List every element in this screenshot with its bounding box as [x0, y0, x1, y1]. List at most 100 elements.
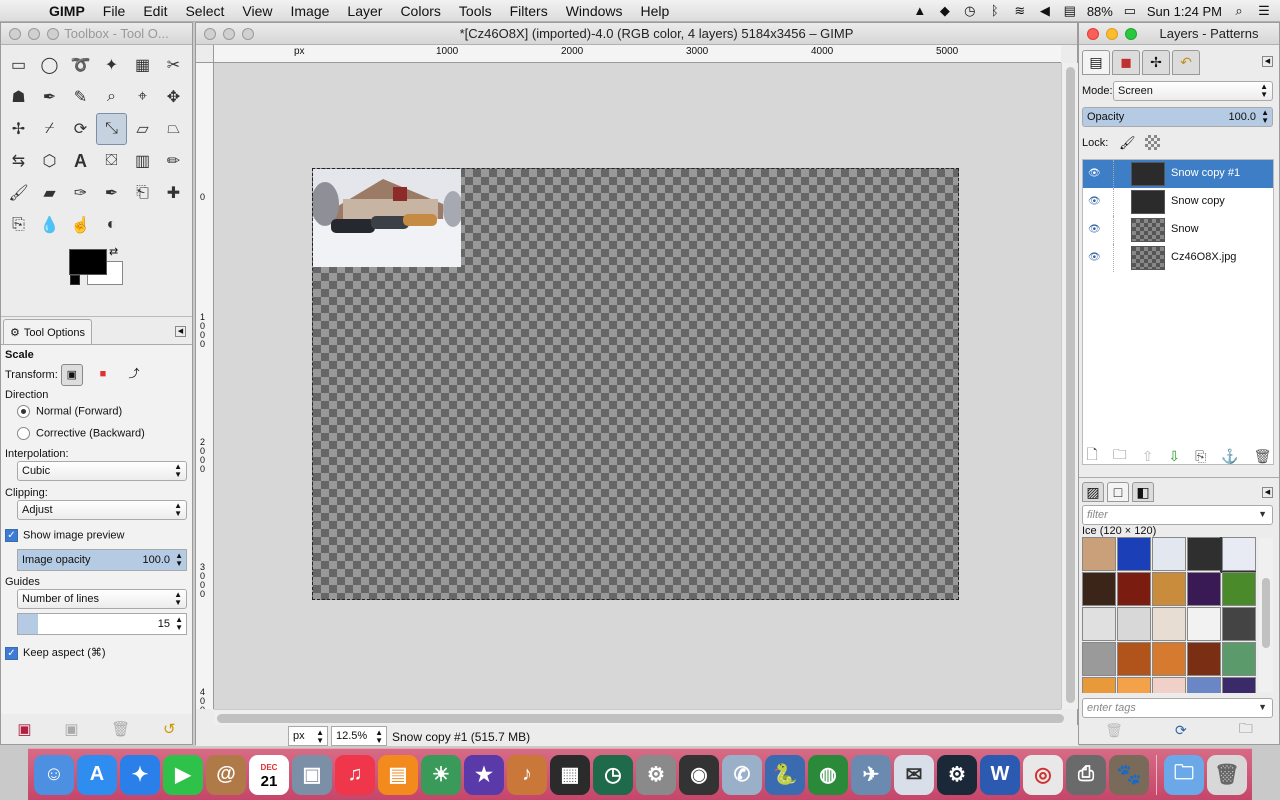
layer-row[interactable]: 👁 Snow: [1083, 216, 1273, 244]
rotate-icon[interactable]: ⟳: [65, 113, 96, 145]
pattern-swatch[interactable]: [1117, 677, 1151, 693]
pattern-swatch[interactable]: [1222, 642, 1256, 676]
minimize-button[interactable]: [1106, 27, 1118, 40]
chrome-icon[interactable]: ◎: [1023, 754, 1063, 795]
battery-icon[interactable]: ▭: [1122, 4, 1138, 18]
steam-icon[interactable]: ⚙: [937, 754, 977, 795]
scroll-thumb[interactable]: [217, 714, 1064, 723]
menu-colors[interactable]: Colors: [391, 3, 449, 19]
tab-undo-icon[interactable]: ↶: [1172, 50, 1200, 75]
word-icon[interactable]: W: [980, 754, 1020, 795]
color-picker-icon[interactable]: ✎: [65, 81, 96, 113]
opacity-slider[interactable]: Opacity 100.0 ▲ ▼: [1082, 107, 1273, 127]
perspective-icon[interactable]: ⏢: [158, 113, 189, 145]
pattern-swatch[interactable]: [1222, 607, 1256, 641]
tab-menu-icon[interactable]: ◀: [1262, 56, 1273, 67]
visibility-eye-icon[interactable]: 👁: [1088, 196, 1101, 207]
clipping-select[interactable]: Adjust ▲ ▼: [17, 500, 187, 520]
layer-row[interactable]: 👁 Cz46O8X.jpg: [1083, 244, 1273, 272]
garageband-icon[interactable]: ♪: [507, 754, 547, 795]
pattern-swatch[interactable]: [1187, 572, 1221, 606]
time-machine-icon[interactable]: ◷: [593, 754, 633, 795]
default-colors-icon[interactable]: [70, 275, 80, 285]
close-button[interactable]: [1087, 27, 1099, 40]
spin-arrows-icon[interactable]: ▲ ▼: [175, 552, 183, 568]
duplicate-layer-icon[interactable]: ⎘: [1195, 448, 1206, 465]
menu-file[interactable]: File: [94, 3, 135, 19]
close-button[interactable]: [204, 27, 216, 40]
pattern-swatch[interactable]: [1187, 537, 1221, 571]
blur-icon[interactable]: 💧: [34, 209, 65, 241]
save-options-icon[interactable]: ▣: [17, 720, 31, 738]
delete-options-icon[interactable]: 🗑: [111, 720, 130, 738]
pattern-swatch[interactable]: [1082, 642, 1116, 676]
photo-booth-icon[interactable]: ▦: [550, 754, 590, 795]
text-icon[interactable]: A: [65, 145, 96, 177]
pattern-tags-input[interactable]: enter tags ▼: [1082, 698, 1273, 718]
align-icon[interactable]: ✢: [3, 113, 34, 145]
pattern-swatch[interactable]: [1222, 572, 1256, 606]
keep-aspect-checkbox[interactable]: ✓: [5, 646, 18, 660]
layer-name[interactable]: Cz46O8X.jpg: [1171, 251, 1236, 263]
preview-icon[interactable]: ▣: [292, 754, 332, 795]
tab-paths-icon[interactable]: ✢: [1142, 50, 1170, 75]
delete-pattern-icon[interactable]: 🗑: [1105, 722, 1123, 739]
color-select-icon[interactable]: ▦: [127, 49, 158, 81]
guides-select[interactable]: Number of lines ▲ ▼: [17, 589, 187, 609]
chain-toggle[interactable]: [1113, 188, 1114, 216]
radio-normal[interactable]: [17, 405, 30, 418]
layer-name[interactable]: Snow copy #1: [1171, 167, 1240, 179]
lock-alpha-icon[interactable]: [1145, 135, 1160, 150]
measure-icon[interactable]: ⌖: [127, 81, 158, 113]
spin-arrows-icon[interactable]: ▲ ▼: [175, 616, 183, 632]
airbrush-icon[interactable]: ✑: [65, 177, 96, 209]
zoom-button[interactable]: [47, 27, 59, 40]
pattern-filter-input[interactable]: filter ▼: [1082, 505, 1273, 525]
move-icon[interactable]: ✥: [158, 81, 189, 113]
pattern-swatch[interactable]: [1082, 607, 1116, 641]
transform-path-icon[interactable]: ⤴: [123, 364, 145, 386]
menu-layer[interactable]: Layer: [338, 3, 391, 19]
transform-layer-icon[interactable]: ▣: [60, 364, 83, 386]
ibooks-icon[interactable]: ▤: [378, 754, 418, 795]
minimize-button[interactable]: [223, 27, 235, 40]
unit-select[interactable]: px ▲ ▼: [288, 726, 328, 746]
pattern-swatch[interactable]: [1082, 677, 1116, 693]
scissors-select-icon[interactable]: ✂: [158, 49, 189, 81]
ruler-corner[interactable]: [196, 45, 214, 63]
pattern-swatch[interactable]: [1187, 677, 1221, 693]
fuzzy-select-icon[interactable]: ✦: [96, 49, 127, 81]
image-canvas[interactable]: [312, 168, 959, 600]
iphoto-icon[interactable]: ☀: [421, 754, 461, 795]
wifi-icon[interactable]: ≋: [1012, 4, 1028, 18]
pattern-swatch[interactable]: [1152, 537, 1186, 571]
lines-count-slider[interactable]: 15 ▲ ▼: [17, 613, 187, 635]
vertical-ruler[interactable]: 0 1000 2000 3000 4000: [196, 63, 214, 709]
lower-layer-icon[interactable]: ⇩: [1168, 448, 1180, 465]
trash-icon[interactable]: 🗑: [1207, 754, 1247, 795]
open-pattern-folder-icon[interactable]: 🗀: [1239, 718, 1253, 742]
tab-menu-icon[interactable]: ◀: [175, 326, 186, 337]
mail-icon[interactable]: ✉: [894, 754, 934, 795]
scale-icon[interactable]: ⤡: [96, 113, 127, 145]
radio-corrective[interactable]: [17, 427, 30, 440]
tab-brushes-icon[interactable]: □: [1107, 482, 1129, 502]
visibility-eye-icon[interactable]: 👁: [1088, 252, 1101, 263]
canvas-area[interactable]: [214, 63, 1061, 709]
eraser-icon[interactable]: ▰: [34, 177, 65, 209]
dropbox-icon[interactable]: ◆: [937, 4, 953, 18]
dropdown-arrow-icon[interactable]: ▼: [1258, 702, 1267, 712]
cage-transform-icon[interactable]: ⬡: [34, 145, 65, 177]
python-launcher-icon[interactable]: 🐍: [765, 754, 805, 795]
visibility-eye-icon[interactable]: 👁: [1088, 224, 1101, 235]
horizontal-ruler[interactable]: px 1000 2000 3000 4000 5000: [214, 45, 1061, 63]
foreground-color-swatch[interactable]: [69, 249, 107, 275]
perspective-clone-icon[interactable]: ⎘: [3, 209, 34, 241]
restore-options-icon[interactable]: ▣: [64, 720, 78, 738]
visibility-eye-icon[interactable]: 👁: [1088, 168, 1101, 179]
time-machine-icon[interactable]: ◷: [962, 4, 978, 18]
pattern-swatch[interactable]: [1117, 572, 1151, 606]
layer-name[interactable]: Snow copy: [1171, 195, 1225, 207]
raise-layer-icon[interactable]: ⇧: [1142, 448, 1154, 465]
dashboard-icon[interactable]: ◉: [679, 754, 719, 795]
